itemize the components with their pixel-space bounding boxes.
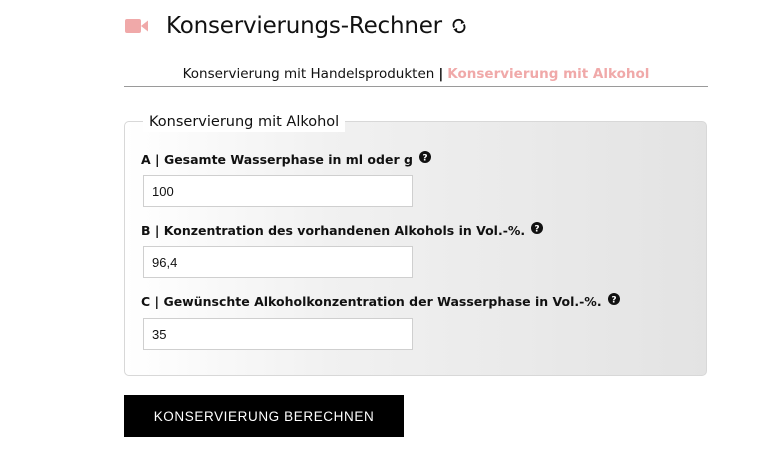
field-a-label-text: A | Gesamte Wasserphase in ml oder g <box>141 152 413 167</box>
field-b-label-text: B | Konzentration des vorhandenen Alkoho… <box>141 223 526 238</box>
field-b-label: B | Konzentration des vorhandenen Alkoho… <box>141 221 544 238</box>
wasserphase-input[interactable] <box>143 175 413 207</box>
calculator-tabs: Konservierung mit Handelsprodukten | Konse… <box>124 62 708 87</box>
tab-alkohol[interactable]: Konservierung mit Alkohol <box>447 66 649 82</box>
svg-text:?: ? <box>535 224 540 234</box>
field-c-label-text: C | Gewünschte Alkoholkonzentration der … <box>141 294 602 309</box>
svg-text:?: ? <box>611 295 616 305</box>
fieldset-legend: Konservierung mit Alkohol <box>143 112 346 132</box>
alcohol-form-fieldset: Konservierung mit Alkohol A | Gesamte Wa… <box>124 112 707 376</box>
page-title: Konservierungs-Rechner <box>166 13 442 39</box>
svg-text:?: ? <box>422 153 427 163</box>
alkohol-konzentration-input[interactable] <box>143 246 413 278</box>
question-circle-icon[interactable]: ? <box>607 292 620 305</box>
header: Konservierungs-Rechner <box>125 8 467 44</box>
page: Konservierungs-Rechner Konservierung mit… <box>0 0 771 451</box>
video-camera-icon <box>125 18 149 34</box>
refresh-icon[interactable] <box>451 18 467 34</box>
calculate-button[interactable]: KONSERVIERUNG BERECHNEN <box>124 395 404 437</box>
field-a-label: A | Gesamte Wasserphase in ml oder g ? <box>141 150 431 167</box>
tab-handelsprodukte[interactable]: Konservierung mit Handelsprodukten <box>183 66 435 82</box>
question-circle-icon[interactable]: ? <box>418 150 431 163</box>
question-circle-icon[interactable]: ? <box>531 221 544 234</box>
ziel-konzentration-input[interactable] <box>143 318 413 350</box>
field-c-label: C | Gewünschte Alkoholkonzentration der … <box>141 292 620 309</box>
tab-separator: | <box>438 66 444 82</box>
